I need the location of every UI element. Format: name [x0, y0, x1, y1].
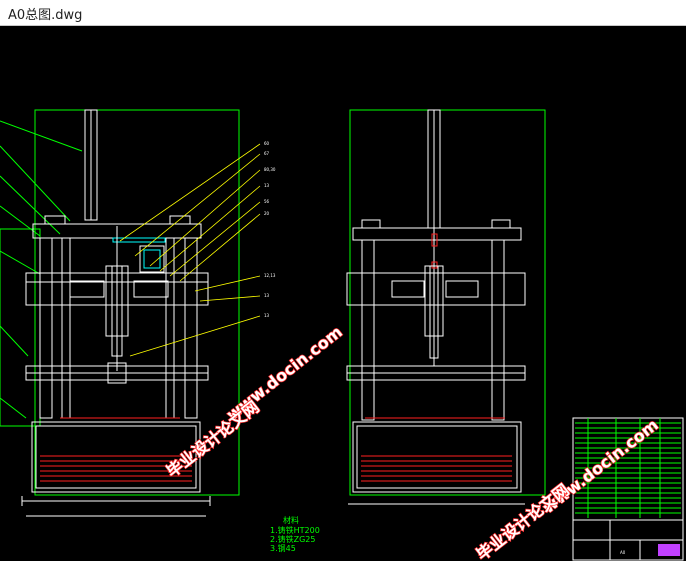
cad-drawing: 60 67 80,30 13 56 20 12,13 13 13 A0 材料 1… — [0, 109, 684, 561]
balloon-label: 60 — [264, 141, 270, 146]
balloon-label: 56 — [264, 199, 270, 204]
note-item: 2.铸铁ZG25 — [270, 534, 316, 544]
crosshead-nut — [491, 219, 511, 229]
technical-notes: 材料 1.铸铁HT200 2.铸铁ZG25 3.钢45 — [270, 515, 320, 553]
balloon-label: 12,13 — [264, 273, 276, 278]
watermark-site: 毕业设计论文网 — [163, 397, 263, 481]
leader-line — [199, 295, 261, 302]
window-titlebar: A0总图.dwg — [0, 0, 686, 26]
platen-cutout — [391, 280, 425, 298]
leader-line — [169, 201, 261, 277]
leader-line — [194, 275, 261, 292]
leader-line — [0, 325, 29, 357]
inner-column — [61, 237, 71, 419]
base-hatch — [361, 455, 512, 482]
leader-line — [0, 250, 41, 275]
leader-line — [0, 205, 41, 237]
left-column — [39, 237, 53, 419]
balloon-label: 13 — [264, 183, 270, 188]
window-title: A0总图.dwg — [8, 8, 83, 23]
balloon-label: 13 — [264, 313, 270, 318]
platen-cutout — [69, 280, 105, 298]
crosshead-nut — [361, 219, 381, 229]
leader-line — [159, 185, 261, 272]
leader-line — [0, 175, 61, 235]
crosshead-nut — [169, 215, 191, 225]
right-column — [491, 239, 505, 421]
notes-heading: 材料 — [283, 515, 299, 525]
leader-line — [149, 169, 261, 267]
balloon-label: 80,30 — [264, 167, 276, 172]
note-item: 3.钢45 — [270, 543, 296, 553]
side-view-frame — [349, 109, 546, 496]
balloon-label: 13 — [264, 293, 270, 298]
balloon-label: 67 — [264, 151, 270, 156]
stamp-block — [658, 544, 680, 556]
watermarks: www.docin.com 毕业设计论文网 www.docin.com 毕业设计… — [162, 321, 663, 561]
platen-cutout — [445, 280, 479, 298]
leader-line — [0, 120, 83, 152]
base-inner — [356, 425, 518, 489]
left-column — [361, 239, 375, 421]
right-column — [184, 237, 198, 419]
sheet-size: A0 — [620, 550, 626, 555]
balloon-labels: 60 67 80,30 13 56 20 12,13 13 13 — [264, 141, 276, 318]
leader-line — [0, 397, 27, 419]
front-view-left-frame — [0, 228, 41, 427]
platen-cutout — [133, 280, 169, 298]
side-view — [346, 109, 546, 505]
note-item: 1.铸铁HT200 — [270, 525, 320, 535]
leader-line — [129, 315, 261, 357]
balloon-label: 20 — [264, 211, 270, 216]
drawing-canvas[interactable]: 60 67 80,30 13 56 20 12,13 13 13 A0 材料 1… — [0, 26, 686, 561]
